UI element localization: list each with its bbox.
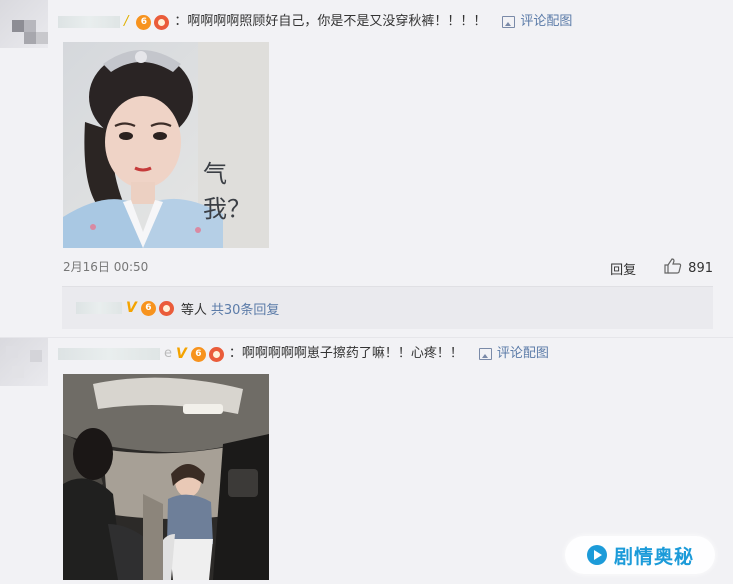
avatar[interactable] — [0, 338, 48, 386]
slash-mark: / — [124, 14, 129, 29]
verified-v-icon: V — [176, 346, 187, 362]
vip-badge-icon[interactable]: 6 — [136, 14, 152, 30]
medal-badge-icon[interactable] — [208, 346, 224, 362]
brand-watermark-text: 剧情奥秘 — [613, 545, 694, 568]
reply-prefix: 等人 — [180, 302, 207, 318]
view-all-replies-link[interactable]: 共30条回复 — [211, 299, 280, 318]
image-caption: 气我？ — [203, 160, 251, 223]
username-blurred[interactable] — [58, 348, 160, 360]
reply-thread: V 6 等人 共30条回复 — [62, 286, 713, 329]
vip-badge-icon[interactable]: 6 — [140, 300, 156, 316]
avatar[interactable] — [0, 0, 48, 48]
comment-text: ：啊啊啊啊照顾好自己，你是不是又没穿秋裤！！！！ — [174, 14, 487, 29]
username-tail[interactable]: e — [164, 345, 172, 363]
view-comment-image-link[interactable]: 评论配图 — [502, 13, 572, 31]
image-icon — [502, 16, 516, 28]
reply-username-blurred[interactable] — [76, 302, 122, 314]
thumbs-up-icon[interactable] — [664, 258, 682, 278]
vip-badge-icon[interactable]: 6 — [190, 346, 206, 362]
medal-badge-icon[interactable] — [158, 300, 174, 316]
image-icon — [478, 348, 492, 360]
like-count: 891 — [688, 260, 713, 276]
divider — [0, 337, 733, 338]
reply-button[interactable]: 回复 — [610, 259, 636, 278]
username-blurred[interactable] — [58, 16, 120, 28]
verified-v-icon: V — [126, 300, 137, 316]
view-comment-image-label: 评论配图 — [496, 346, 549, 361]
comment-image[interactable] — [63, 374, 269, 580]
cabin-scene-image — [63, 374, 269, 580]
comment-text: ：啊啊啊啊啊崽子擦药了嘛！！心疼！！ — [228, 346, 463, 361]
medal-badge-icon[interactable] — [154, 14, 170, 30]
view-comment-image-label: 评论配图 — [520, 14, 573, 29]
brand-watermark: 剧情奥秘 — [565, 536, 715, 574]
view-comment-image-link[interactable]: 评论配图 — [478, 345, 549, 363]
comment-date: 2月16日 00:50 — [63, 260, 149, 274]
comment-image[interactable]: 气我？ — [63, 42, 269, 248]
brand-logo-icon — [586, 545, 607, 565]
